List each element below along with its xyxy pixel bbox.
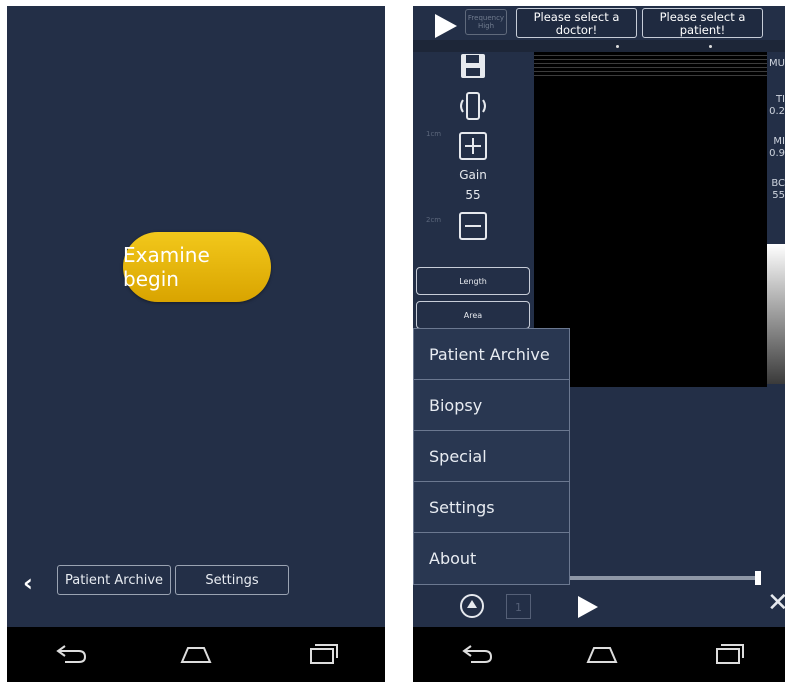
gain-value: 55 bbox=[465, 188, 481, 202]
home-icon[interactable] bbox=[179, 641, 213, 667]
page-number[interactable]: 1 bbox=[506, 594, 531, 619]
gain-decrease-icon[interactable] bbox=[458, 211, 488, 241]
ruler-label: 2cm bbox=[426, 216, 442, 224]
right-edge-label: MU bbox=[769, 58, 785, 69]
left-screen: Examine begin ‹ Patient Archive Settings bbox=[7, 6, 385, 682]
menu-item-special[interactable]: Special bbox=[414, 431, 569, 482]
system-nav-bar bbox=[413, 627, 785, 682]
menu-item-settings[interactable]: Settings bbox=[414, 482, 569, 533]
menu-item-patient-archive[interactable]: Patient Archive bbox=[414, 329, 569, 380]
menu-item-biopsy[interactable]: Biopsy bbox=[414, 380, 569, 431]
select-doctor-button[interactable]: Please select a doctor! bbox=[516, 8, 637, 38]
right-screen: Frequency High Please select a doctor! P… bbox=[413, 6, 785, 682]
cine-slider-track[interactable] bbox=[570, 576, 760, 580]
patient-archive-button[interactable]: Patient Archive bbox=[57, 565, 171, 595]
home-icon[interactable] bbox=[585, 641, 619, 667]
chevron-left-icon[interactable]: ‹ bbox=[23, 569, 33, 597]
ruler-label: 1cm bbox=[426, 130, 442, 138]
save-icon[interactable] bbox=[458, 51, 488, 81]
menu-item-about[interactable]: About bbox=[414, 533, 569, 584]
select-patient-button[interactable]: Please select a patient! bbox=[642, 8, 763, 38]
length-button[interactable]: Length bbox=[416, 267, 530, 295]
examine-begin-button[interactable]: Examine begin bbox=[123, 232, 271, 302]
recent-apps-icon[interactable] bbox=[713, 641, 747, 667]
menu-toggle-up-icon[interactable] bbox=[460, 594, 484, 618]
right-edge-label: 0.2 bbox=[769, 106, 785, 117]
popup-menu: Patient Archive Biopsy Special Settings … bbox=[413, 328, 570, 585]
right-edge-label: BC bbox=[771, 178, 785, 189]
cine-slider-thumb[interactable] bbox=[755, 571, 761, 585]
right-edge-label: 0.9 bbox=[769, 148, 785, 159]
right-edge-label: MI bbox=[773, 136, 785, 147]
rotate-screen-icon[interactable] bbox=[458, 91, 488, 121]
frequency-button[interactable]: Frequency High bbox=[465, 9, 507, 35]
play-icon[interactable] bbox=[435, 14, 457, 38]
grayscale-bar bbox=[767, 244, 785, 384]
depth-dot bbox=[709, 45, 712, 48]
right-edge-label: 55 bbox=[772, 190, 785, 201]
gain-increase-icon[interactable] bbox=[458, 131, 488, 161]
depth-dot bbox=[616, 45, 619, 48]
right-edge-label: TI bbox=[775, 94, 785, 105]
depth-ruler: 1cm 2cm bbox=[423, 46, 441, 276]
play-icon[interactable] bbox=[578, 596, 598, 618]
area-button[interactable]: Area bbox=[416, 301, 530, 329]
system-nav-bar bbox=[7, 627, 385, 682]
gain-label: Gain bbox=[459, 168, 487, 182]
recent-apps-icon[interactable] bbox=[307, 641, 341, 667]
close-icon[interactable]: ✕ bbox=[767, 588, 785, 618]
back-icon[interactable] bbox=[55, 641, 89, 667]
settings-button[interactable]: Settings bbox=[175, 565, 289, 595]
back-icon[interactable] bbox=[461, 641, 495, 667]
